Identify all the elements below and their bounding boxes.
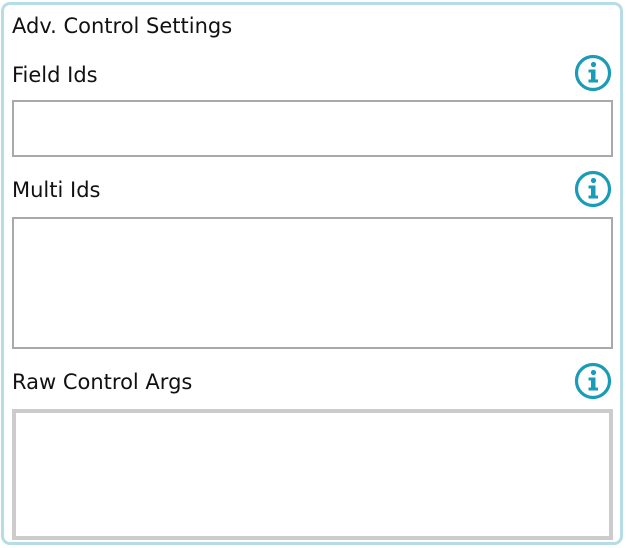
multi-ids-label: Multi Ids — [12, 178, 101, 202]
raw-control-args-textarea[interactable] — [12, 409, 613, 540]
field-ids-info-icon[interactable] — [573, 53, 613, 93]
multi-ids-info-icon[interactable] — [573, 169, 613, 209]
adv-control-settings-panel: Adv. Control Settings Field Ids Multi Id… — [1, 2, 623, 545]
panel-title: Adv. Control Settings — [12, 14, 233, 38]
raw-control-args-label: Raw Control Args — [12, 370, 193, 394]
multi-ids-textarea[interactable] — [12, 217, 613, 349]
field-ids-input[interactable] — [12, 100, 613, 157]
raw-control-args-info-icon[interactable] — [573, 361, 613, 401]
field-ids-label: Field Ids — [12, 63, 98, 87]
